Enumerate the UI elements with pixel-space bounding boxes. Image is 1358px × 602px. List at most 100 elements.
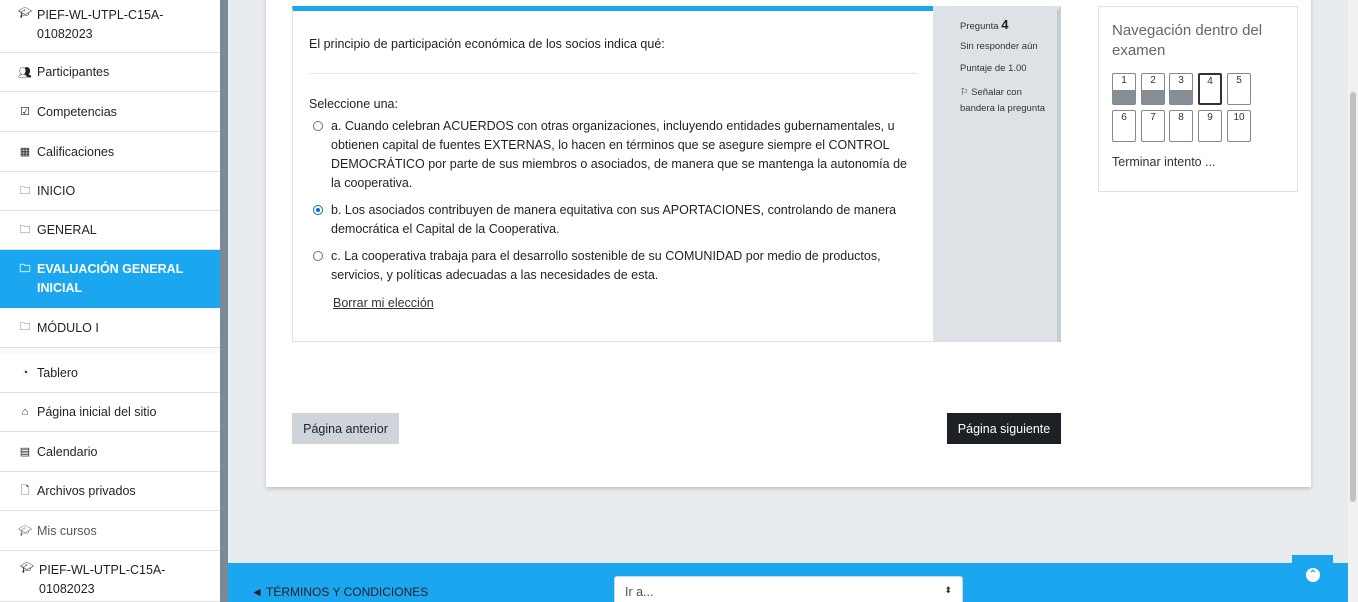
quiz-navigation-title: Navegación dentro del examen xyxy=(1112,22,1263,59)
home-icon: ⌂ xyxy=(21,406,29,418)
quiz-nav-button-3[interactable]: 3 xyxy=(1169,73,1193,105)
quiz-nav-number: 2 xyxy=(1150,75,1156,86)
sidebar-item-mis-cursos: 🎓︎ Mis cursos xyxy=(0,511,220,551)
quiz-nav-number: 9 xyxy=(1207,112,1213,123)
select-caret-icon: ⬍ xyxy=(944,585,952,595)
quiz-nav-number: 5 xyxy=(1236,75,1242,86)
option-b[interactable]: b. Los asociados contribuyen de manera e… xyxy=(313,201,908,239)
quiz-card: El principio de participación económica … xyxy=(266,0,1311,487)
quiz-nav-button-8[interactable]: 8 xyxy=(1169,110,1193,142)
folder-icon: 🗀 xyxy=(19,321,31,333)
sidebar-item-competencias[interactable]: ☑ Competencias xyxy=(0,92,220,132)
option-a[interactable]: a. Cuando celebran ACUERDOS con otras or… xyxy=(313,117,908,193)
footer-bar: ◄ TÉRMINOS Y CONDICIONES Ir a... ⬍ xyxy=(228,563,1358,602)
sidebar-item-inicio[interactable]: 🗀 INICIO xyxy=(0,172,220,211)
jump-to-select[interactable]: Ir a... ⬍ xyxy=(614,576,963,602)
sidebar-course-label: PIEF-WL-UTPL-C15A-01082023 xyxy=(39,563,166,596)
sidebar-item-label: Participantes xyxy=(37,65,110,79)
sidebar-item-label: INICIO xyxy=(37,184,76,198)
quiz-nav-button-7[interactable]: 7 xyxy=(1141,110,1165,142)
option-c[interactable]: c. La cooperativa trabaja para el desarr… xyxy=(313,247,908,285)
scrollbar-thumb[interactable] xyxy=(1350,92,1356,502)
sidebar-item-label: EVALUACIÓN GENERAL INICIAL xyxy=(37,262,184,295)
divider xyxy=(309,73,917,74)
quiz-nav-number: 10 xyxy=(1233,112,1245,123)
sidebar-edge xyxy=(220,0,228,602)
quiz-nav-button-1[interactable]: 1 xyxy=(1112,73,1136,105)
table-icon: ▦ xyxy=(19,146,31,158)
quiz-nav-button-5[interactable]: 5 xyxy=(1227,73,1251,105)
flag-question-link[interactable]: ⚐ Señalar con bandera la pregunta xyxy=(960,85,1050,117)
main-region: El principio de participación económica … xyxy=(228,0,1358,602)
folder-icon: 🗀 xyxy=(19,263,31,275)
sidebar-item-calendario[interactable]: ▤ Calendario xyxy=(0,432,220,472)
quiz-navigation: Navegación dentro del examen 1 2 3 4 5 6… xyxy=(1098,6,1298,192)
answer-prompt: Seleccione una: xyxy=(309,97,398,111)
sidebar-item-label: GENERAL xyxy=(37,223,97,237)
quiz-nav-button-2[interactable]: 2 xyxy=(1141,73,1165,105)
option-c-label: c. La cooperativa trabaja para el desarr… xyxy=(331,249,881,282)
page-scrollbar[interactable] xyxy=(1348,0,1358,602)
chevron-up-icon: ⌃ xyxy=(1306,568,1320,582)
sidebar-item-label: Tablero xyxy=(37,365,78,380)
sidebar-item-label: MÓDULO I xyxy=(37,320,99,335)
sidebar-course-link-2[interactable]: 🎓︎ PIEF-WL-UTPL-C15A-01082023 xyxy=(0,551,220,602)
sidebar-item-label: Mis cursos xyxy=(37,523,97,538)
question-content: El principio de participación económica … xyxy=(292,6,934,342)
question-info: Pregunta 4 Sin responder aún Puntaje de … xyxy=(933,6,1061,342)
graduation-cap-icon: 🎓︎ xyxy=(20,562,34,574)
sidebar-item-tablero[interactable]: ◔ Tablero xyxy=(0,353,220,393)
file-icon: 🗋 xyxy=(20,484,30,497)
terms-link[interactable]: ◄ TÉRMINOS Y CONDICIONES xyxy=(251,585,428,599)
sidebar-item-modulo-i[interactable]: 🗀 MÓDULO I xyxy=(0,308,220,348)
radio-option-b[interactable] xyxy=(313,205,323,215)
sidebar-item-label: Competencias xyxy=(37,104,117,119)
sidebar-item-home[interactable]: ⌂ Página inicial del sitio xyxy=(0,393,220,432)
sidebar-item-general[interactable]: 🗀 GENERAL xyxy=(0,211,220,250)
folder-icon: 🗀 xyxy=(19,223,31,236)
sidebar-item-participantes[interactable]: 👥︎ Participantes xyxy=(0,53,220,92)
flag-icon: ⚐ xyxy=(960,87,969,98)
graduation-cap-icon: 🎓︎ xyxy=(18,525,32,537)
jump-to-value: Ir a... xyxy=(625,585,654,599)
users-icon: 👥︎ xyxy=(18,66,32,79)
question-number-value: 4 xyxy=(1001,17,1009,32)
calendar-icon: ▤ xyxy=(19,446,31,458)
question-state: Sin responder aún xyxy=(960,41,1038,52)
previous-page-button[interactable]: Página anterior xyxy=(292,413,399,444)
option-b-label: b. Los asociados contribuyen de manera e… xyxy=(331,203,897,236)
radio-option-c[interactable] xyxy=(313,251,323,261)
sidebar-item-calificaciones[interactable]: ▦ Calificaciones xyxy=(0,132,220,172)
quiz-nav-number: 3 xyxy=(1178,75,1184,86)
clear-choice-link[interactable]: Borrar mi elección xyxy=(333,296,434,310)
quiz-nav-button-6[interactable]: 6 xyxy=(1112,110,1136,142)
graduation-cap-icon: 🎓︎ xyxy=(18,7,32,19)
quiz-nav-button-10[interactable]: 10 xyxy=(1227,110,1251,142)
question-grade: Puntaje de 1.00 xyxy=(960,63,1027,74)
sidebar-course-label: PIEF-WL-UTPL-C15A-01082023 xyxy=(37,8,164,41)
sidebar-item-label: Calendario xyxy=(37,444,98,459)
dashboard-icon: ◔ xyxy=(21,366,29,379)
question-number-label: Pregunta xyxy=(960,21,999,32)
quiz-nav-button-9[interactable]: 9 xyxy=(1198,110,1222,142)
sidebar-item-label: Página inicial del sitio xyxy=(37,405,157,419)
checkbox-icon: ☑ xyxy=(20,106,30,118)
quiz-nav-number: 8 xyxy=(1178,112,1184,123)
sidebar-item-archivos[interactable]: 🗋 Archivos privados xyxy=(0,472,220,511)
question-text: El principio de participación económica … xyxy=(309,37,665,51)
sidebar-course-link[interactable]: 🎓︎ PIEF-WL-UTPL-C15A-01082023 xyxy=(0,0,220,53)
sidebar-item-label: Calificaciones xyxy=(37,144,115,159)
next-page-button[interactable]: Página siguiente xyxy=(947,413,1061,444)
folder-icon: 🗀 xyxy=(19,184,31,197)
quiz-nav-number: 6 xyxy=(1121,112,1127,123)
course-sidebar: 🎓︎ PIEF-WL-UTPL-C15A-01082023 👥︎ Partici… xyxy=(0,0,220,602)
question-number: Pregunta 4 xyxy=(960,17,1008,32)
quiz-nav-number: 7 xyxy=(1150,112,1156,123)
back-to-top-button[interactable]: ⌃ xyxy=(1292,555,1333,596)
sidebar-item-label: Archivos privados xyxy=(37,484,136,498)
radio-option-a[interactable] xyxy=(313,121,323,131)
quiz-nav-button-4[interactable]: 4 xyxy=(1198,73,1222,105)
option-a-label: a. Cuando celebran ACUERDOS con otras or… xyxy=(331,119,907,190)
sidebar-item-evaluacion[interactable]: 🗀 EVALUACIÓN GENERAL INICIAL xyxy=(0,250,220,308)
finish-attempt-link[interactable]: Terminar intento ... xyxy=(1112,155,1216,169)
